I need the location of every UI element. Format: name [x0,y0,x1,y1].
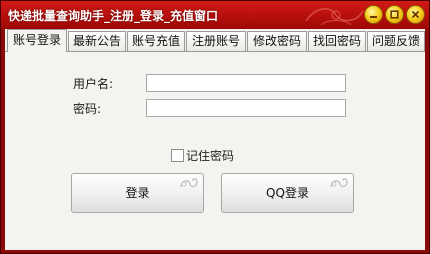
tab-bar: 账号登录 最新公告 账号充值 注册账号 修改密码 找回密码 问题反馈 [5,29,425,52]
title-ornament-icon [305,8,364,26]
tab-account-recharge[interactable]: 账号充值 [127,31,185,51]
login-button[interactable]: 登录 [71,173,204,213]
login-panel: 用户名: 密码: 记住密码 登录 QQ登录 [5,52,425,250]
qq-login-button-label: QQ登录 [266,186,309,200]
tab-change-password[interactable]: 修改密码 [247,31,307,51]
main-window: 快递批量查询助手_注册_登录_充值窗口 账号登录 最新公告 账号充值 注册账号 … [0,0,430,254]
tab-recover-password[interactable]: 找回密码 [308,31,366,51]
minimize-button[interactable] [364,5,383,24]
close-button[interactable] [406,5,425,24]
window-title: 快递批量查询助手_注册_登录_充值窗口 [8,9,219,23]
password-label: 密码: [73,102,102,116]
remember-password-label: 记住密码 [186,148,235,163]
username-input[interactable] [146,74,346,92]
tab-latest-notice[interactable]: 最新公告 [68,31,126,51]
maximize-button[interactable] [385,5,404,24]
maximize-icon [390,10,399,19]
remember-password-option[interactable]: 记住密码 [171,147,234,163]
close-icon [411,10,420,19]
tab-feedback[interactable]: 问题反馈 [367,31,425,51]
client-area: 账号登录 最新公告 账号充值 注册账号 修改密码 找回密码 问题反馈 用户名: … [5,29,425,250]
password-input[interactable] [146,99,346,117]
remember-password-checkbox[interactable] [171,148,184,162]
title-bar[interactable]: 快递批量查询助手_注册_登录_充值窗口 [1,1,429,29]
tab-account-login[interactable]: 账号登录 [7,29,67,52]
username-label: 用户名: [73,77,114,91]
swirl-decoration-icon [180,178,198,188]
login-button-label: 登录 [125,186,150,200]
swirl-decoration-icon [330,178,348,188]
qq-login-button[interactable]: QQ登录 [221,173,354,213]
tab-divider [5,51,425,52]
tab-register-account[interactable]: 注册账号 [186,31,246,51]
minimize-icon [370,16,377,18]
